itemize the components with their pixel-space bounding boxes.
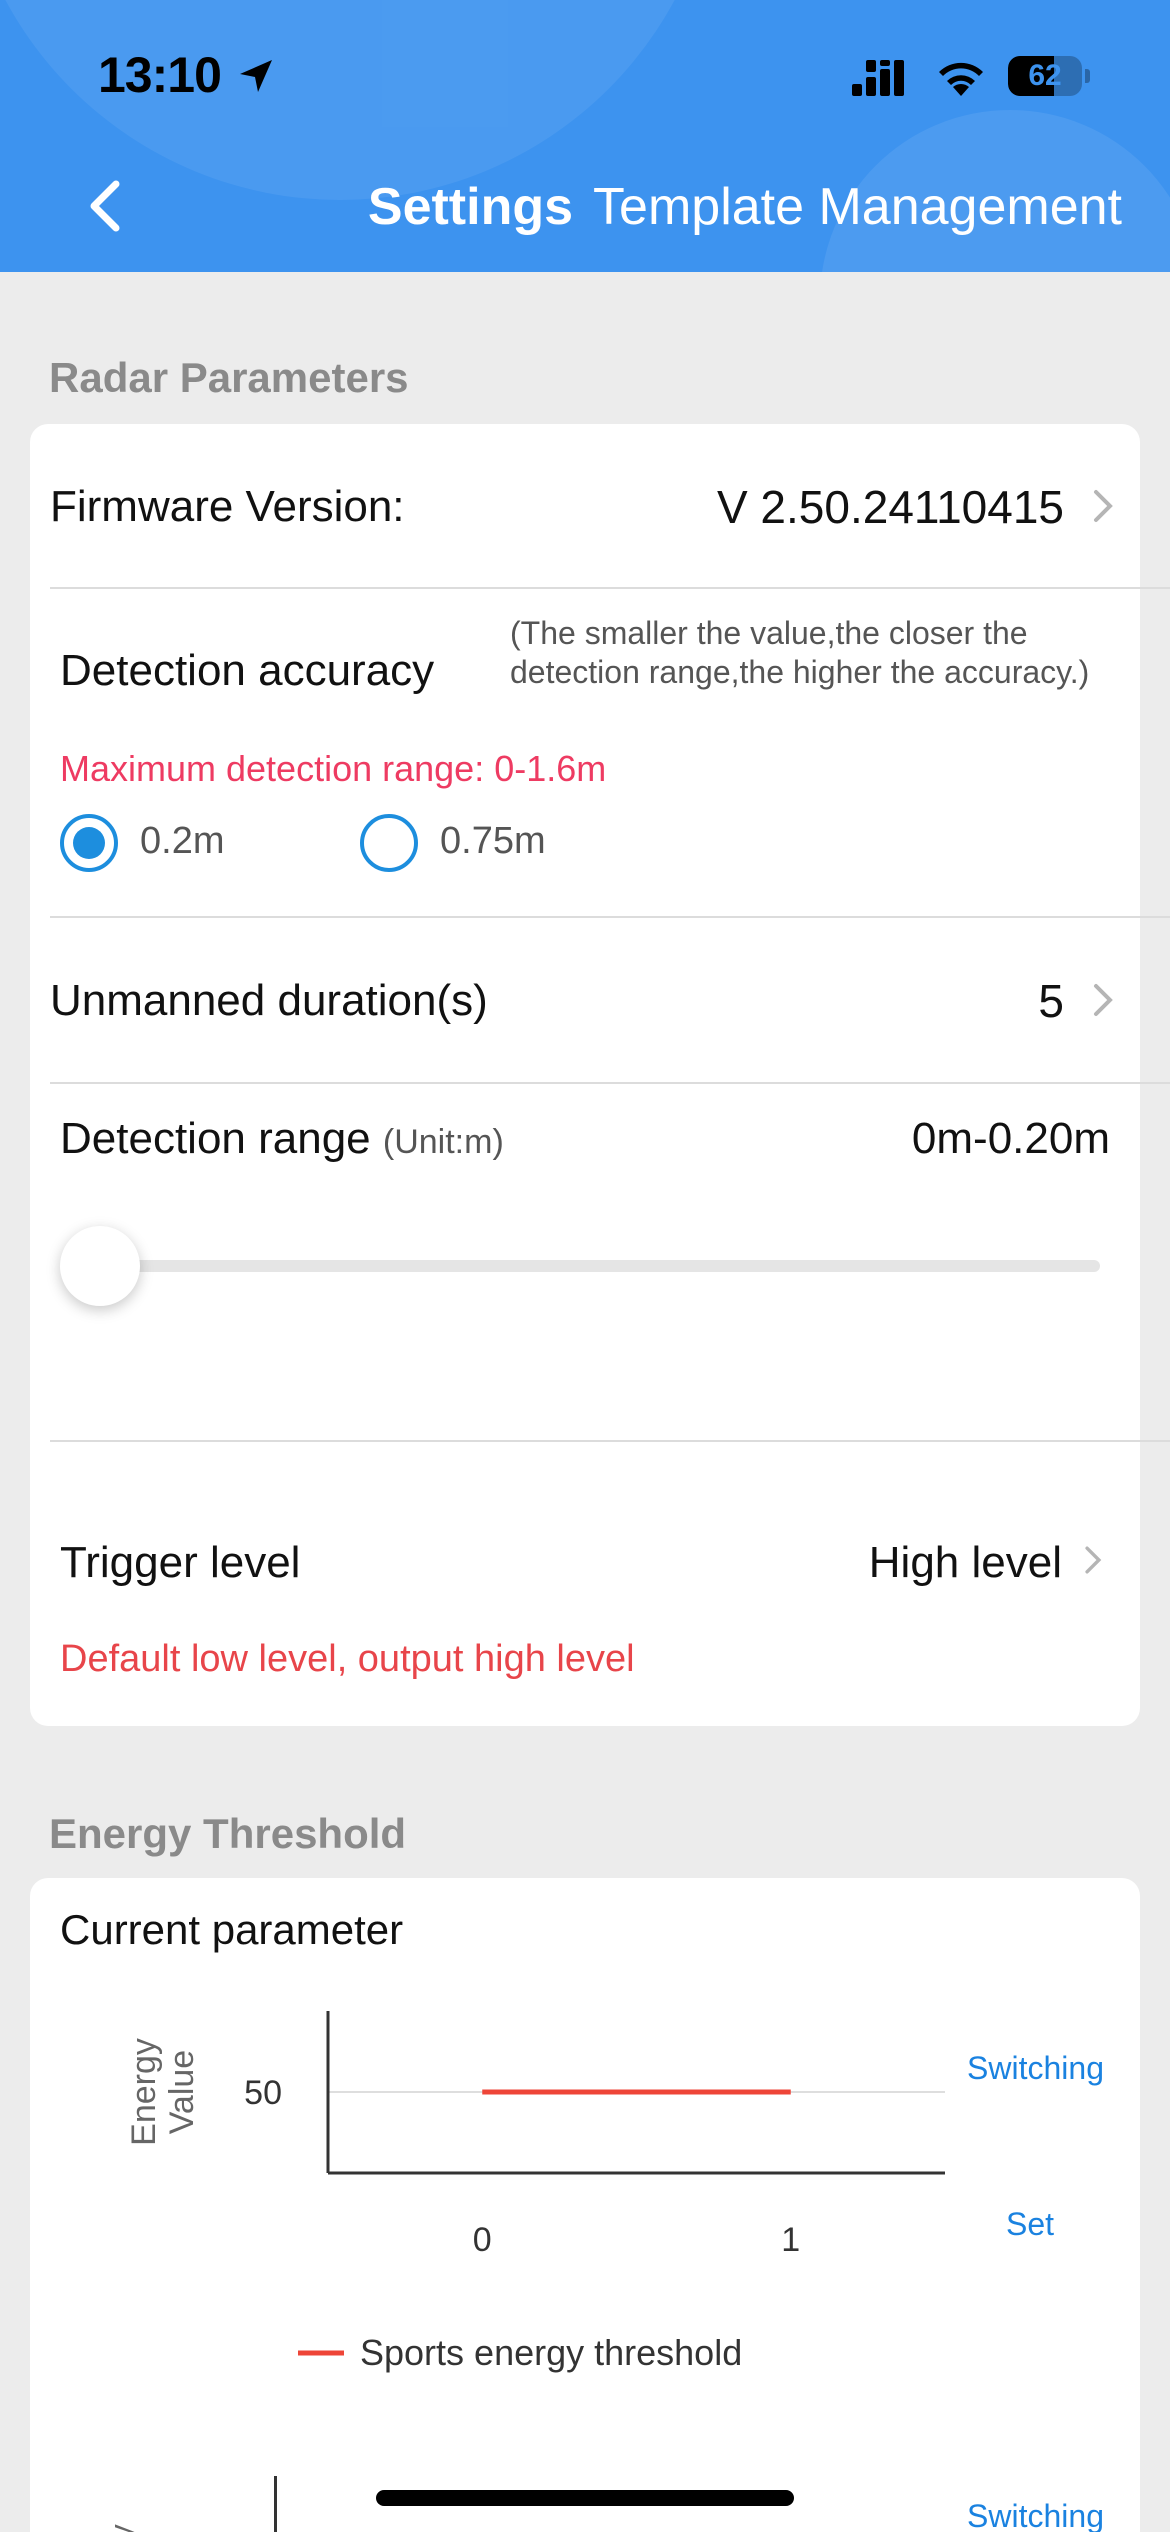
radio-label: 0.2m bbox=[140, 820, 225, 862]
trigger-note: Default low level, output high level bbox=[60, 1638, 635, 1680]
chart-2-axis bbox=[274, 2476, 277, 2532]
y-axis-label: Value bbox=[163, 2050, 201, 2134]
section-title-radar: Radar Parameters bbox=[49, 354, 409, 401]
svg-text:gy: gy bbox=[103, 2524, 139, 2532]
trigger-level-row[interactable]: Trigger level High level bbox=[30, 1442, 1140, 1622]
switching-button[interactable]: Switching bbox=[967, 2050, 1104, 2087]
range-unit: (Unit:m) bbox=[382, 1123, 504, 1161]
chevron-right-icon bbox=[1094, 490, 1113, 522]
unmanned-value: 5 bbox=[1038, 975, 1064, 1027]
radio-label: 0.75m bbox=[440, 820, 546, 862]
app-header: 13:10 62 Settings Template Management bbox=[0, 0, 1170, 272]
firmware-row[interactable]: Firmware Version: V 2.50.24110415 bbox=[30, 424, 1140, 588]
trigger-value: High level bbox=[868, 1538, 1062, 1587]
range-slider-track[interactable] bbox=[100, 1260, 1100, 1272]
current-parameter-label: Current parameter bbox=[60, 1906, 404, 1953]
trigger-label: Trigger level bbox=[60, 1538, 301, 1587]
firmware-label: Firmware Version: bbox=[50, 482, 405, 531]
range-label: Detection range bbox=[60, 1114, 371, 1163]
radio-option-0-75m[interactable]: 0.75m bbox=[360, 808, 600, 878]
battery-percent: 62 bbox=[1028, 59, 1062, 92]
accuracy-note: (The smaller the value,the closer the de… bbox=[510, 615, 1090, 690]
x-tick-label: 1 bbox=[781, 2221, 800, 2259]
page-title: Settings bbox=[367, 178, 574, 236]
set-button[interactable]: Set bbox=[1006, 2206, 1054, 2243]
radar-parameters-card: Firmware Version: V 2.50.24110415 Detect… bbox=[30, 424, 1170, 1726]
range-label-group: Detection range (Unit:m) bbox=[60, 1114, 504, 1164]
chart-2-ylabel-partial: gy bbox=[103, 2524, 139, 2532]
status-time: 13:10 bbox=[98, 47, 222, 103]
back-arrow-icon[interactable] bbox=[78, 174, 132, 238]
energy-threshold-card: Current parameter 50 0 1 Energy Value Sports … bbox=[30, 1878, 1140, 2532]
unmanned-duration-row[interactable]: Unmanned duration(s) 5 bbox=[30, 918, 1140, 1082]
switching-button-2[interactable]: Switching bbox=[967, 2498, 1104, 2532]
y-tick-label: 50 bbox=[244, 2074, 282, 2112]
radio-option-0-2m[interactable]: 0.2m bbox=[60, 808, 260, 878]
wifi-icon bbox=[939, 62, 983, 96]
divider bbox=[50, 587, 1170, 589]
battery-icon: 62 bbox=[1008, 56, 1090, 96]
max-range-text: Maximum detection range: 0-1.6m bbox=[60, 748, 607, 789]
header-title-group: Settings Template Management bbox=[368, 174, 1122, 240]
range-value: 0m-0.20m bbox=[911, 1114, 1110, 1163]
chevron-right-icon bbox=[1085, 1546, 1102, 1574]
x-tick-label: 0 bbox=[473, 2221, 492, 2259]
range-slider-knob[interactable] bbox=[60, 1226, 140, 1306]
cellular-signal-icon bbox=[852, 60, 904, 96]
home-indicator bbox=[376, 2490, 794, 2506]
location-arrow-icon bbox=[240, 60, 272, 92]
unmanned-label: Unmanned duration(s) bbox=[50, 976, 488, 1025]
legend-label: Sports energy threshold bbox=[360, 2332, 742, 2373]
section-title-energy: Energy Threshold bbox=[49, 1810, 407, 1857]
radio-button-selected[interactable] bbox=[60, 814, 118, 872]
energy-chart: 50 0 1 Energy Value Sports energy threshold bbox=[125, 2011, 945, 2373]
page-subtitle: Template Management bbox=[593, 178, 1122, 236]
firmware-value: V 2.50.24110415 bbox=[716, 481, 1064, 533]
chevron-right-icon bbox=[1094, 984, 1113, 1016]
divider bbox=[50, 1082, 1170, 1084]
accuracy-label: Detection accuracy bbox=[60, 646, 435, 695]
radio-button[interactable] bbox=[360, 814, 418, 872]
y-axis-label: Energy bbox=[125, 2038, 163, 2146]
